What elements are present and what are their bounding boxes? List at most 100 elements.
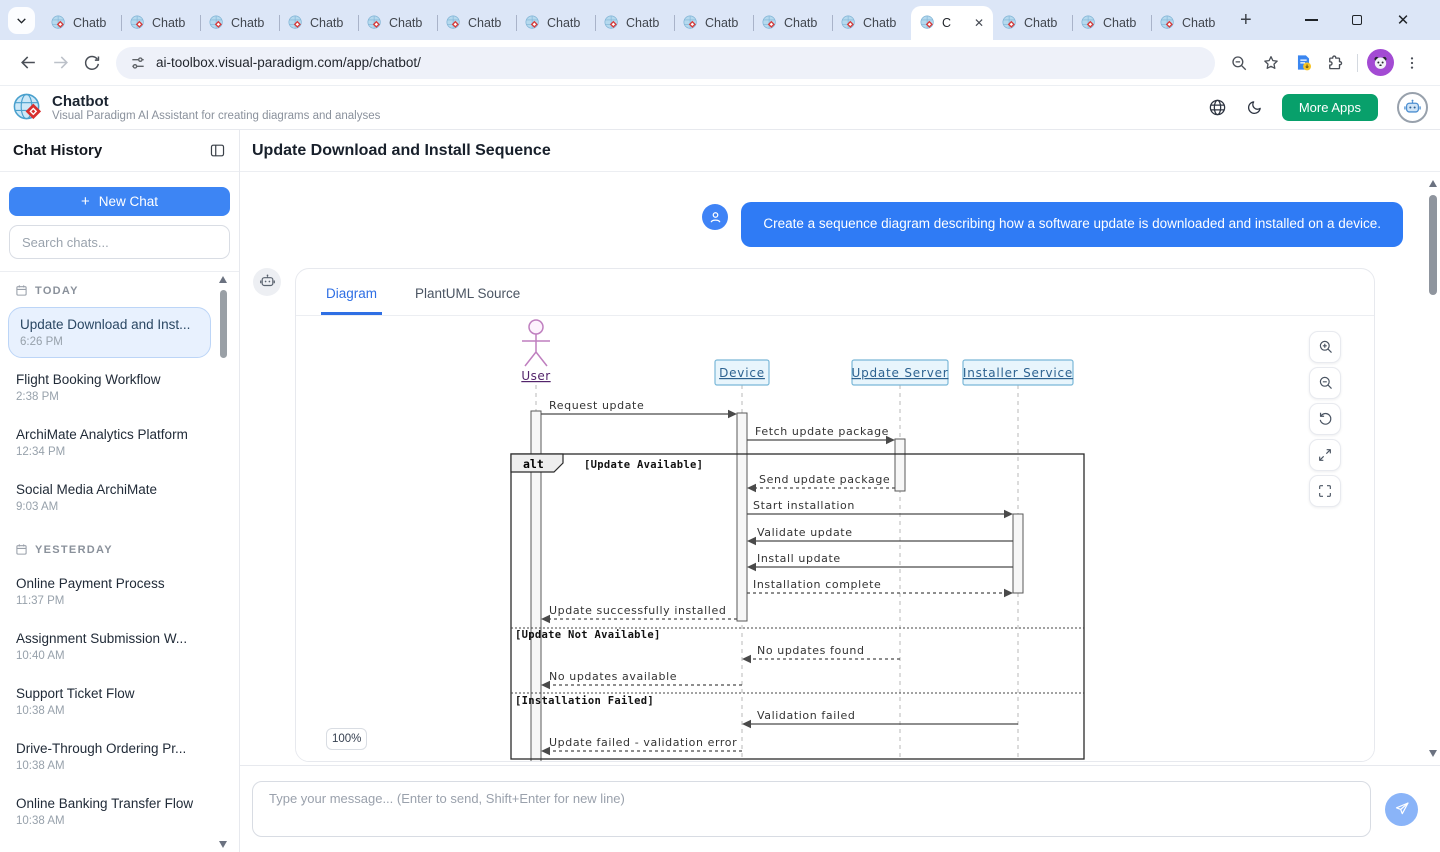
svg-text:Install update: Install update [757, 552, 841, 565]
browser-address-bar: ai-toolbox.visual-paradigm.com/app/chatb… [0, 40, 1440, 86]
scroll-down-icon[interactable] [1429, 750, 1437, 757]
tab-label: Chatb [310, 16, 343, 30]
chat-history-item[interactable]: Drive-Through Ordering Pr...10:38 AM [8, 731, 211, 782]
minimize-button[interactable] [1288, 5, 1334, 35]
extensions-icon [1326, 54, 1344, 72]
tab-label: Chatb [547, 16, 580, 30]
chevron-down-icon [15, 14, 28, 27]
chat-history-item[interactable]: Update Download and Inst... 6:26 PM [8, 307, 211, 358]
browser-tab[interactable]: Chatb [516, 6, 595, 40]
chat-time: 11:37 PM [16, 595, 202, 607]
visual-paradigm-favicon [683, 15, 699, 31]
browser-tab[interactable]: Chatb [1151, 6, 1230, 40]
content-area: Chat History +New Chat TODAYUpdate Downl… [0, 130, 1440, 852]
assistant-avatar[interactable] [1397, 92, 1428, 123]
profile-avatar [1367, 49, 1394, 76]
visual-paradigm-favicon [841, 15, 857, 31]
zoom-out-page-button[interactable] [1223, 47, 1255, 79]
visual-paradigm-favicon [209, 15, 225, 31]
collapse-panel-icon[interactable] [209, 142, 226, 159]
browser-tab[interactable]: Chatb [121, 6, 200, 40]
browser-tab-active[interactable]: C✕ [911, 6, 993, 40]
svg-text:Update failed - validation err: Update failed - validation error [549, 736, 737, 749]
back-icon [19, 53, 38, 72]
message-input[interactable] [252, 781, 1371, 837]
browser-tab[interactable]: Chatb [753, 6, 832, 40]
chat-history-item[interactable]: ArchiMate Analytics Platform12:34 PM [8, 417, 211, 468]
zoom-out-button[interactable] [1309, 367, 1341, 399]
browser-tab[interactable]: Chatb [832, 6, 911, 40]
bookmark-button[interactable] [1255, 47, 1287, 79]
scroll-up-icon[interactable] [1429, 180, 1437, 187]
visual-paradigm-favicon [525, 15, 541, 31]
visual-paradigm-favicon [51, 15, 67, 31]
sidebar-header: Chat History [0, 130, 239, 172]
svg-text:[Update Available]: [Update Available] [584, 459, 703, 471]
browser-tab[interactable]: Chatb [279, 6, 358, 40]
close-tab-icon[interactable]: ✕ [974, 17, 984, 29]
visual-paradigm-favicon [604, 15, 620, 31]
app-titles: Chatbot Visual Paradigm AI Assistant for… [52, 93, 380, 122]
maximize-button[interactable] [1334, 5, 1380, 35]
diagram-controls [1309, 331, 1341, 507]
chat-history-item[interactable]: Virtual Meeting Process [8, 841, 211, 852]
reset-view-button[interactable] [1309, 403, 1341, 435]
chat-title: Update Download and Inst... [20, 317, 202, 332]
profile-button[interactable] [1364, 47, 1396, 79]
new-chat-button[interactable]: +New Chat [9, 187, 230, 216]
search-chats-input[interactable] [9, 225, 230, 259]
sidebar-scrollbar[interactable] [218, 274, 228, 850]
tab-label: Chatb [468, 16, 501, 30]
card-tab-plantuml-source[interactable]: PlantUML Source [415, 286, 520, 315]
new-tab-button[interactable]: + [1240, 10, 1252, 30]
scrollbar-thumb[interactable] [220, 290, 227, 358]
chat-time: 6:26 PM [20, 336, 202, 348]
scroll-up-icon[interactable] [219, 276, 227, 283]
diagram-canvas[interactable]: UserDeviceUpdate ServerInstaller Service… [296, 316, 1374, 762]
forward-button[interactable] [44, 47, 76, 79]
reading-list-button[interactable] [1287, 47, 1319, 79]
chat-title: Support Ticket Flow [16, 686, 202, 701]
card-tab-diagram[interactable]: Diagram [326, 286, 377, 315]
zoom-in-button[interactable] [1309, 331, 1341, 363]
url-bar[interactable]: ai-toolbox.visual-paradigm.com/app/chatb… [116, 47, 1215, 79]
browser-tab[interactable]: Chatb [674, 6, 753, 40]
browser-tab[interactable]: Chatb [437, 6, 516, 40]
browser-menu-button[interactable] [1396, 47, 1428, 79]
bot-response-row: Diagram PlantUML Source UserDeviceUpdate … [240, 268, 1440, 762]
send-button[interactable] [1385, 793, 1418, 826]
language-globe-icon[interactable] [1208, 98, 1227, 117]
dark-mode-moon-icon[interactable] [1246, 99, 1263, 116]
more-apps-button[interactable]: More Apps [1282, 94, 1378, 121]
chat-history-item[interactable]: Online Banking Transfer Flow10:38 AM [8, 786, 211, 837]
scroll-down-icon[interactable] [219, 841, 227, 848]
chat-history-item[interactable]: Assignment Submission W...10:40 AM [8, 621, 211, 672]
browser-tab[interactable]: Chatb [200, 6, 279, 40]
user-avatar [702, 204, 728, 230]
extensions-button[interactable] [1319, 47, 1351, 79]
robot-icon [259, 273, 276, 290]
chat-history-item[interactable]: Online Payment Process11:37 PM [8, 566, 211, 617]
browser-tab[interactable]: Chatb [42, 6, 121, 40]
browser-tab[interactable]: Chatb [358, 6, 437, 40]
close-window-button[interactable]: ✕ [1380, 5, 1426, 35]
browser-tab[interactable]: Chatb [1072, 6, 1151, 40]
zoom-out-icon [1230, 54, 1248, 72]
chat-history-item[interactable]: Support Ticket Flow10:38 AM [8, 676, 211, 727]
toolbar-divider [1357, 54, 1358, 72]
scrollbar-thumb[interactable] [1429, 195, 1437, 295]
browser-tab[interactable]: Chatb [993, 6, 1072, 40]
tab-label: Chatb [73, 16, 106, 30]
tab-label: Chatb [1103, 16, 1136, 30]
svg-text:alt: alt [523, 457, 544, 471]
fit-screen-icon [1317, 447, 1333, 463]
chat-scrollbar[interactable] [1426, 172, 1440, 765]
chat-history-item[interactable]: Social Media ArchiMate9:03 AM [8, 472, 211, 523]
browser-tab[interactable]: Chatb [595, 6, 674, 40]
tab-search-button[interactable] [8, 7, 35, 34]
back-button[interactable] [12, 47, 44, 79]
fit-screen-button[interactable] [1309, 439, 1341, 471]
fullscreen-button[interactable] [1309, 475, 1341, 507]
reload-button[interactable] [76, 47, 108, 79]
chat-history-item[interactable]: Flight Booking Workflow2:38 PM [8, 362, 211, 413]
